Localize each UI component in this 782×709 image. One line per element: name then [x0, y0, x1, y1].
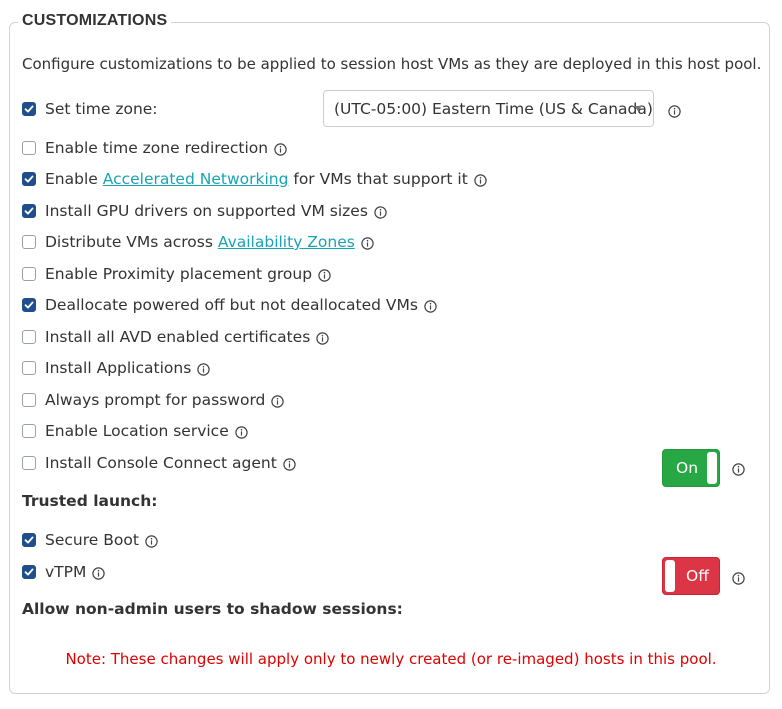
option-label: Enable time zone redirection — [45, 139, 269, 157]
option-label: Enable Proximity placement group — [45, 265, 313, 283]
chevron-down-icon — [634, 106, 642, 111]
trusted-launch-heading: Trusted launch: — [22, 492, 158, 510]
option-row: Secure Boot — [22, 530, 158, 550]
option-link[interactable]: Accelerated Networking — [103, 170, 289, 188]
option-checkbox[interactable] — [22, 204, 36, 218]
time-zone-select[interactable]: (UTC-05:00) Eastern Time (US & Canada) — [323, 90, 654, 127]
set-time-zone-row: Set time zone: — [22, 99, 158, 119]
option-row: Enable Accelerated Networking for VMs th… — [22, 169, 487, 189]
option-label: Install Applications — [45, 359, 192, 377]
toggle-knob — [665, 560, 675, 592]
console-connect-toggle[interactable]: On — [662, 449, 720, 487]
info-icon[interactable] — [274, 142, 287, 156]
option-row: Distribute VMs across Availability Zones — [22, 232, 374, 252]
info-icon[interactable] — [92, 566, 106, 580]
option-row: Always prompt for password — [22, 390, 285, 410]
info-icon[interactable] — [318, 268, 331, 282]
info-icon[interactable] — [424, 299, 437, 313]
shadow-sessions-heading: Allow non-admin users to shadow sessions… — [22, 600, 403, 618]
toggle-on-label: On — [676, 459, 699, 477]
info-icon[interactable] — [271, 394, 285, 408]
option-row: Enable Location service — [22, 421, 248, 441]
option-row: Enable time zone redirection — [22, 138, 287, 158]
option-row: Install Console Connect agent — [22, 453, 296, 473]
option-row: Enable Proximity placement group — [22, 264, 331, 284]
option-label: vTPM — [45, 563, 87, 581]
info-icon[interactable] — [374, 205, 387, 219]
info-icon[interactable] — [235, 425, 248, 439]
note-text: Note: These changes will apply only to n… — [65, 650, 717, 668]
option-checkbox[interactable] — [22, 141, 36, 155]
option-label: Deallocate powered off but not deallocat… — [45, 296, 418, 314]
option-checkbox[interactable] — [22, 456, 36, 470]
option-label-suffix: for VMs that support it — [288, 170, 468, 188]
option-checkbox[interactable] — [22, 298, 36, 312]
option-label: Secure Boot — [45, 531, 139, 549]
option-label: Enable Location service — [45, 422, 229, 440]
set-time-zone-label: Set time zone: — [45, 100, 158, 118]
section-title: CUSTOMIZATIONS — [18, 12, 172, 30]
option-row: Install all AVD enabled certificates — [22, 327, 329, 347]
section-description: Configure customizations to be applied t… — [22, 55, 762, 73]
option-checkbox[interactable] — [22, 533, 36, 547]
info-icon[interactable] — [474, 173, 487, 187]
shadow-sessions-toggle[interactable]: Off — [662, 557, 720, 595]
info-icon[interactable] — [145, 534, 158, 548]
option-checkbox[interactable] — [22, 361, 36, 375]
option-checkbox[interactable] — [22, 393, 36, 407]
option-checkbox[interactable] — [22, 330, 36, 344]
option-label-prefix: Enable — [45, 170, 103, 188]
time-zone-value: (UTC-05:00) Eastern Time (US & Canada) — [334, 99, 653, 118]
info-icon[interactable] — [732, 570, 745, 585]
set-time-zone-checkbox[interactable] — [22, 102, 36, 116]
info-icon[interactable] — [668, 103, 681, 118]
option-checkbox[interactable] — [22, 424, 36, 438]
info-icon[interactable] — [732, 461, 745, 476]
option-label: Install Console Connect agent — [45, 454, 277, 472]
option-label: Install GPU drivers on supported VM size… — [45, 202, 368, 220]
info-icon[interactable] — [361, 236, 374, 250]
option-checkbox[interactable] — [22, 565, 36, 579]
option-row: vTPM — [22, 562, 106, 582]
info-icon[interactable] — [316, 331, 329, 345]
option-checkbox[interactable] — [22, 267, 36, 281]
option-checkbox[interactable] — [22, 235, 36, 249]
option-label-prefix: Distribute VMs across — [45, 233, 218, 251]
option-link[interactable]: Availability Zones — [218, 233, 355, 251]
option-label: Install all AVD enabled certificates — [45, 328, 311, 346]
option-checkbox[interactable] — [22, 172, 36, 186]
option-label: Always prompt for password — [45, 391, 266, 409]
info-icon[interactable] — [283, 457, 296, 471]
option-row: Install GPU drivers on supported VM size… — [22, 201, 387, 221]
option-row: Install Applications — [22, 358, 210, 378]
info-icon[interactable] — [197, 362, 210, 376]
toggle-off-label: Off — [686, 567, 709, 585]
option-row: Deallocate powered off but not deallocat… — [22, 295, 437, 315]
toggle-knob — [707, 452, 717, 484]
